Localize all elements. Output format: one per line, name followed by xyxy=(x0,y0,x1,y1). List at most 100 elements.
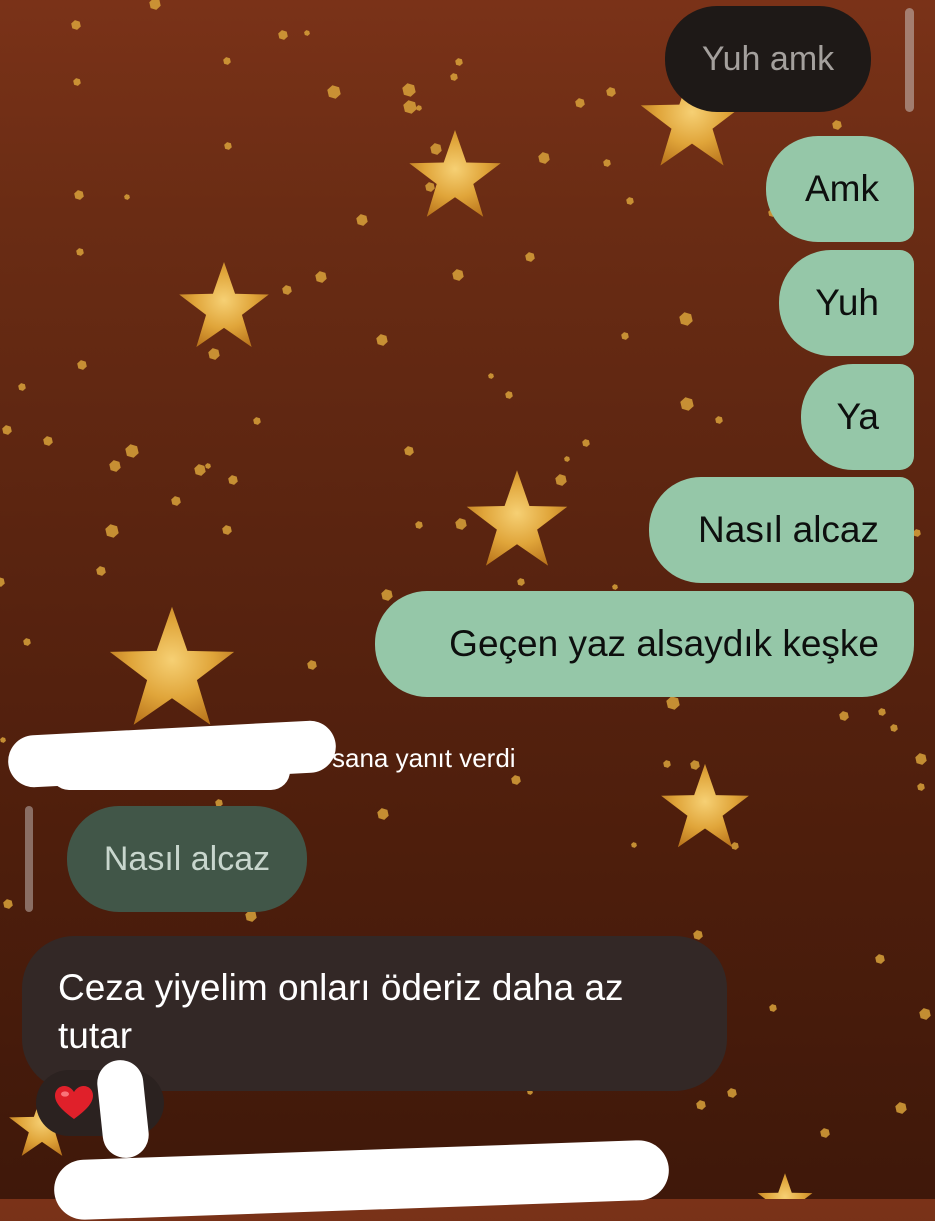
redaction-mark xyxy=(50,752,290,790)
glitter-dot xyxy=(582,439,590,447)
glitter-dot xyxy=(663,760,671,768)
glitter-dot xyxy=(511,775,521,785)
glitter-dot xyxy=(555,474,567,486)
glitter-dot xyxy=(452,269,464,281)
message-text: Ya xyxy=(836,396,879,437)
glitter-dot xyxy=(149,0,161,10)
glitter-dot xyxy=(890,724,898,732)
glitter-dot xyxy=(415,521,423,529)
glitter-dot xyxy=(525,252,535,262)
star-icon xyxy=(757,1173,813,1199)
glitter-dot xyxy=(913,529,921,537)
glitter-dot xyxy=(77,360,87,370)
glitter-dot xyxy=(43,436,53,446)
glitter-dot xyxy=(430,143,442,155)
sent-message[interactable]: Ya xyxy=(801,364,914,470)
star-icon xyxy=(661,763,749,848)
reply-indicator-label: sana yanıt verdi xyxy=(332,743,516,774)
glitter-dot xyxy=(715,416,723,424)
glitter-dot xyxy=(71,20,81,30)
glitter-dot xyxy=(109,460,121,472)
glitter-dot xyxy=(631,842,637,848)
glitter-dot xyxy=(727,1088,737,1098)
heart-icon xyxy=(55,1086,93,1119)
glitter-dot xyxy=(679,312,693,326)
quoted-message-text: Nasıl alcaz xyxy=(103,839,271,878)
glitter-dot xyxy=(304,30,310,36)
glitter-dot xyxy=(450,73,458,81)
glitter-dot xyxy=(0,737,6,743)
glitter-dot xyxy=(455,58,463,66)
glitter-dot xyxy=(690,760,700,770)
message-text: Nasıl alcaz xyxy=(698,509,879,550)
sent-message[interactable]: Geçen yaz alsaydık keşke xyxy=(375,591,914,697)
glitter-dot xyxy=(253,417,261,425)
sent-message[interactable]: Amk xyxy=(766,136,914,242)
message-text: Amk xyxy=(805,168,879,209)
glitter-dot xyxy=(612,584,618,590)
glitter-dot xyxy=(278,30,288,40)
glitter-dot xyxy=(327,85,341,99)
sent-message[interactable]: Nasıl alcaz xyxy=(649,477,914,583)
glitter-dot xyxy=(769,1004,777,1012)
glitter-dot xyxy=(23,638,31,646)
redaction-mark xyxy=(53,1139,670,1221)
glitter-dot xyxy=(606,87,616,97)
scrollbar[interactable] xyxy=(905,8,914,112)
reply-quoted-message[interactable]: Nasıl alcaz xyxy=(67,806,307,912)
message-text: Geçen yaz alsaydık keşke xyxy=(449,623,879,664)
star-icon xyxy=(109,606,235,725)
glitter-dot xyxy=(425,182,435,192)
glitter-dot xyxy=(915,753,927,765)
glitter-dot xyxy=(404,446,414,456)
quoted-message-text: Yuh amk xyxy=(701,39,835,78)
glitter-dot xyxy=(194,464,206,476)
glitter-dot xyxy=(356,214,368,226)
glitter-dot xyxy=(403,100,417,114)
glitter-dot xyxy=(307,660,317,670)
glitter-dot xyxy=(832,120,842,130)
glitter-dot xyxy=(917,783,925,791)
glitter-dot xyxy=(505,391,513,399)
glitter-dot xyxy=(680,397,694,411)
glitter-dot xyxy=(538,152,550,164)
glitter-dot xyxy=(488,373,494,379)
glitter-dot xyxy=(96,566,106,576)
sent-message[interactable]: Yuh xyxy=(779,250,914,356)
glitter-dot xyxy=(223,57,231,65)
message-text: Ceza yiyelim onları öderiz daha az tutar xyxy=(58,967,624,1056)
glitter-dot xyxy=(205,463,211,469)
glitter-dot xyxy=(455,518,467,530)
glitter-dot xyxy=(603,159,611,167)
glitter-dot xyxy=(376,334,388,346)
glitter-dot xyxy=(416,105,422,111)
reply-indicator-text: sana yanıt verdi xyxy=(332,743,516,773)
star-icon xyxy=(179,261,269,348)
star-icon xyxy=(409,130,501,217)
glitter-dot xyxy=(402,83,416,97)
glitter-dot xyxy=(125,444,139,458)
glitter-dot xyxy=(282,285,292,295)
glitter-dot xyxy=(820,1128,830,1138)
glitter-dot xyxy=(575,98,585,108)
glitter-dot xyxy=(74,190,84,200)
glitter-dot xyxy=(208,348,220,360)
glitter-dot xyxy=(381,589,393,601)
glitter-dot xyxy=(124,194,130,200)
glitter-dot xyxy=(105,524,119,538)
glitter-dot xyxy=(626,197,634,205)
glitter-dot xyxy=(76,248,84,256)
glitter-dot xyxy=(18,383,26,391)
glitter-dot xyxy=(2,425,12,435)
glitter-dot xyxy=(171,496,181,506)
glitter-dot xyxy=(621,332,629,340)
glitter-dot xyxy=(517,578,525,586)
glitter-dot xyxy=(224,142,232,150)
glitter-dot xyxy=(0,577,5,587)
quoted-message-top[interactable]: Yuh amk xyxy=(665,6,871,112)
glitter-dot xyxy=(693,930,703,940)
glitter-dot xyxy=(564,456,570,462)
glitter-dot xyxy=(3,899,13,909)
glitter-dot xyxy=(895,1102,907,1114)
glitter-dot xyxy=(228,475,238,485)
